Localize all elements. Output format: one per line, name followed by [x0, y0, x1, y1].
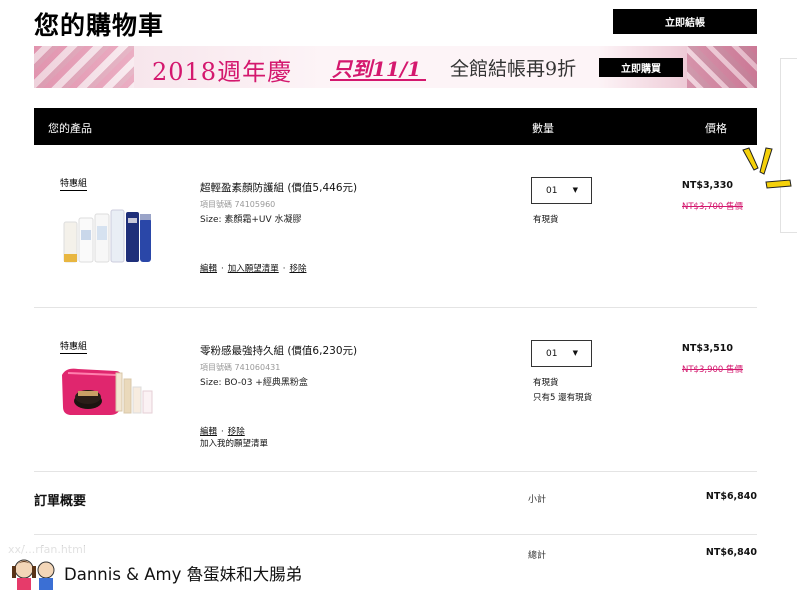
item-original-price: NT$3,900 售價 — [682, 365, 743, 375]
item-original-price: NT$3,700 售價 — [682, 202, 743, 212]
promo-banner[interactable]: 2018週年慶 只到11/1 全館結帳再9折 立即購買 — [34, 46, 757, 88]
cart-table-header: 您的產品 數量 價格 — [34, 108, 757, 145]
product-image-makeup-set[interactable] — [60, 361, 154, 417]
order-summary-title: 訂單概要 — [34, 494, 87, 509]
chevron-down-icon: ▼ — [572, 186, 578, 194]
stock-note: 只有5 還有現貨 — [533, 393, 593, 403]
item-actions: 編輯 · 加入願望清單 · 移除 — [200, 264, 307, 274]
banner-deadline-text: 只到11/1 — [332, 57, 422, 81]
attention-marks-icon — [742, 147, 792, 189]
edit-link[interactable]: 編輯 — [200, 427, 217, 437]
total-value: NT$6,840 — [705, 547, 757, 558]
cart-item: 特惠組 零粉感最強持久組 (價值6,230元) 項目號碼 741060431 S… — [34, 309, 757, 472]
item-name[interactable]: 超輕盈素顏防護組 (價值5,446元) — [200, 180, 357, 195]
subtotal-label: 小計 — [528, 495, 547, 505]
stock-status: 有現貨 — [533, 215, 559, 225]
set-badge: 特惠組 — [60, 339, 88, 354]
item-code: 項目號碼 741059​60 — [200, 200, 276, 209]
edit-link[interactable]: 編輯 — [200, 264, 217, 274]
banner-buy-button[interactable]: 立即購買 — [599, 58, 683, 77]
page-title: 您的購物車 — [34, 11, 165, 40]
quantity-select[interactable]: 01 ▼ — [531, 177, 592, 204]
banner-gift-decoration-right — [687, 46, 757, 88]
remove-link[interactable]: 移除 — [289, 264, 306, 274]
blog-watermark: Dannis & Amy 魯蛋妹和大腸弟 — [64, 565, 303, 584]
wishlist-text[interactable]: 加入我的願望清單 — [200, 437, 268, 449]
watermark-avatars-icon — [12, 559, 55, 590]
quantity-select[interactable]: 01 ▼ — [531, 340, 592, 367]
item-actions: 編輯 · 移除 — [200, 427, 245, 437]
cart-item: 特惠組 超輕盈素顏防護組 (價值5,446元) 項目號碼 741059​60 S… — [34, 146, 757, 308]
item-name[interactable]: 零粉感最強持久組 (價值6,230元) — [200, 343, 357, 358]
banner-offer-text: 全館結帳再9折 — [450, 58, 577, 80]
banner-anniversary-text: 2018週年慶 — [152, 58, 293, 86]
item-size: Size: BO-03 +經典黑粉盒 — [200, 378, 308, 388]
stock-status: 有現貨 — [533, 378, 559, 388]
item-price: NT$3,510 — [681, 343, 733, 354]
subtotal-value: NT$6,840 — [705, 491, 757, 502]
product-image-skincare-set[interactable] — [60, 204, 152, 266]
set-badge: 特惠組 — [60, 176, 88, 191]
divider — [34, 534, 757, 535]
checkout-button[interactable]: 立即結帳 — [613, 9, 757, 34]
quantity-value: 01 — [546, 349, 558, 359]
item-size: Size: 素顏霜+UV 水凝膠 — [200, 215, 302, 225]
add-to-wishlist-link[interactable]: 加入願望清單 — [228, 264, 279, 274]
banner-underline — [330, 79, 426, 81]
item-code: 項目號碼 741060431 — [200, 363, 281, 372]
quantity-value: 01 — [546, 186, 558, 196]
column-product: 您的產品 — [48, 122, 92, 135]
remove-link[interactable]: 移除 — [228, 427, 245, 437]
column-price: 價格 — [705, 122, 727, 135]
column-quantity: 數量 — [532, 122, 554, 135]
item-price: NT$3,330 — [681, 180, 733, 191]
total-label: 總計 — [528, 551, 547, 561]
chevron-down-icon: ▼ — [572, 349, 578, 357]
banner-gift-decoration-left — [34, 46, 134, 88]
